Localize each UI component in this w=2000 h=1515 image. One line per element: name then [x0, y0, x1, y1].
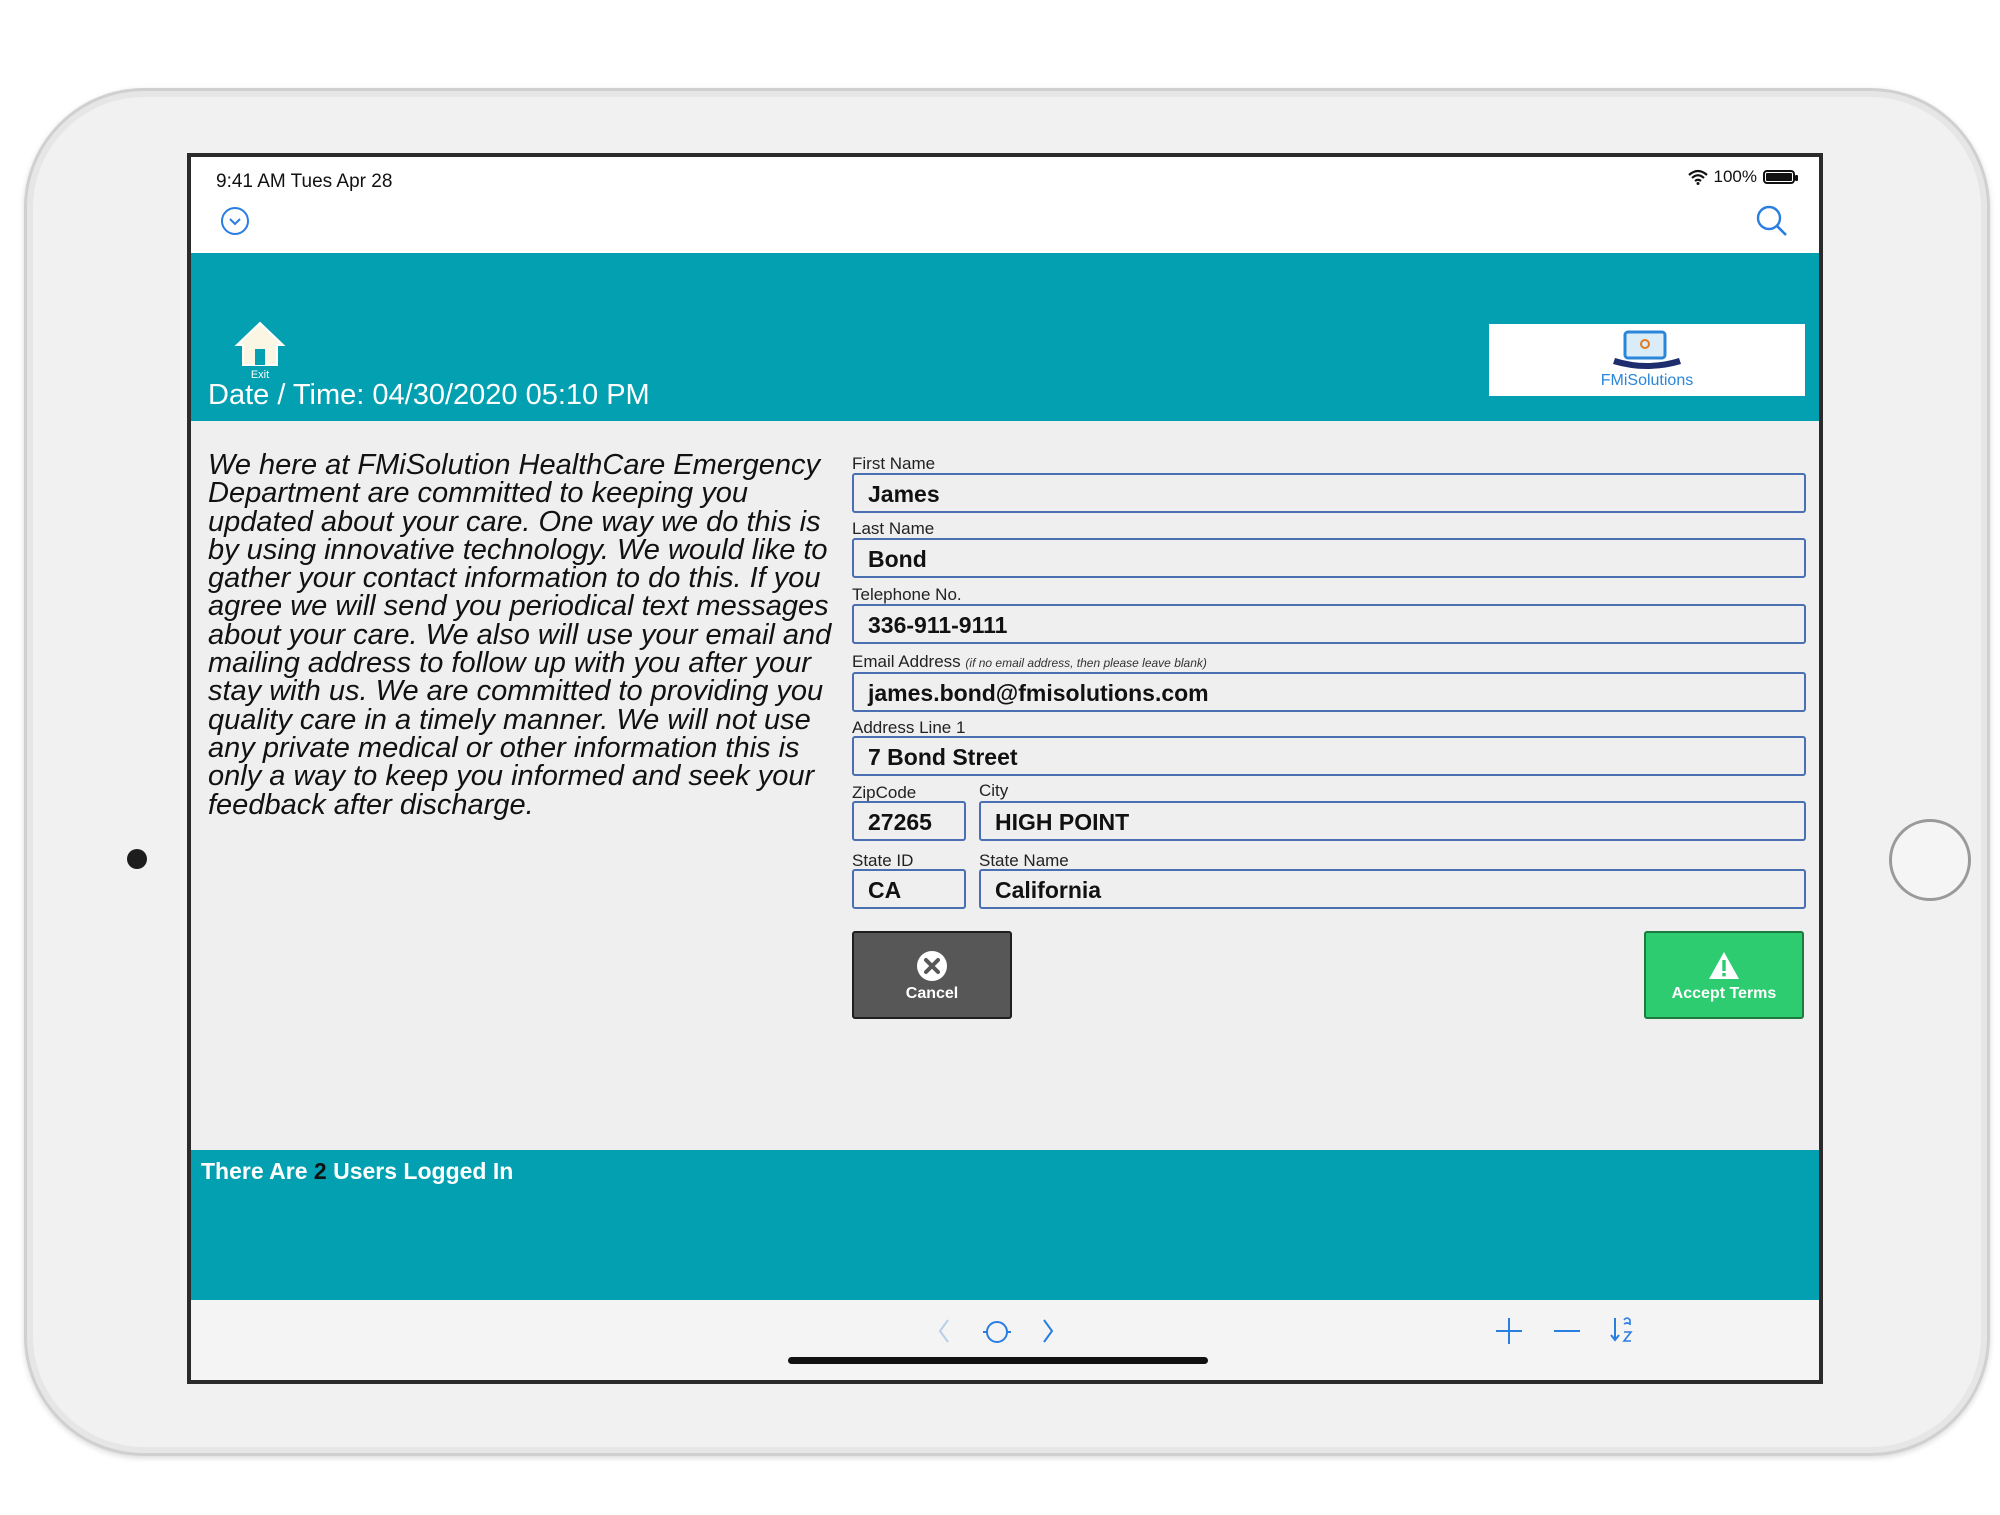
plus-icon[interactable] [1494, 1316, 1524, 1346]
close-circle-icon [917, 951, 947, 981]
state-name-label: State Name [979, 851, 1069, 870]
city-field[interactable]: HIGH POINT [979, 801, 1806, 841]
first-name-label: First Name [852, 454, 936, 473]
accept-terms-button[interactable]: Accept Terms [1644, 931, 1804, 1019]
home-icon [234, 321, 286, 366]
bottom-toolbar [191, 1300, 1819, 1380]
datetime-text: Date / Time: 04/30/2020 05:10 PM [208, 379, 650, 411]
front-camera [127, 849, 147, 869]
company-logo: FMiSolutions [1489, 324, 1805, 396]
zip-label: ZipCode [852, 783, 917, 802]
computer-logo-icon [1613, 330, 1681, 369]
home-indicator[interactable] [788, 1357, 1208, 1364]
users-prefix: There Are [201, 1158, 308, 1184]
cancel-label: Cancel [905, 985, 959, 1002]
users-suffix: Users Logged In [333, 1158, 514, 1184]
users-logged-in-text: There Are 2 Users Logged In [201, 1158, 513, 1185]
email-label-text: Email Address [852, 652, 961, 671]
status-time: 9:41 AM Tues Apr 28 [216, 171, 393, 192]
battery-icon [1763, 170, 1798, 184]
intro-paragraph: We here at FMiSolution HealthCare Emerge… [208, 449, 832, 821]
first-name-field[interactable]: James [852, 473, 1806, 513]
last-name-field[interactable]: Bond [852, 538, 1806, 578]
exit-home-button[interactable]: Exit [233, 319, 287, 383]
status-bar: 9:41 AM Tues Apr 28 100% [191, 157, 1819, 197]
wifi-icon [1687, 169, 1708, 185]
telephone-label: Telephone No. [852, 585, 962, 604]
status-indicators: 100% [1687, 167, 1798, 187]
logo-text: FMiSolutions [1600, 372, 1694, 389]
record-circle-icon[interactable] [981, 1318, 1013, 1346]
minus-icon[interactable] [1552, 1316, 1582, 1346]
address1-label: Address Line 1 [852, 718, 966, 737]
last-name-label: Last Name [852, 519, 935, 538]
chevron-left-icon[interactable] [935, 1316, 953, 1346]
state-name-field[interactable]: California [979, 869, 1806, 909]
cancel-button[interactable]: Cancel [852, 931, 1012, 1019]
chevron-right-icon[interactable] [1039, 1316, 1057, 1346]
header-band: Exit Date / Time: 04/30/2020 05:10 PM FM… [191, 253, 1819, 421]
sort-icon[interactable] [1609, 1314, 1635, 1346]
city-label: City [979, 781, 1009, 800]
accept-terms-label: Accept Terms [1671, 985, 1777, 1002]
address1-field[interactable]: 7 Bond Street [852, 736, 1806, 776]
email-hint: (if no email address, then please leave … [965, 656, 1207, 670]
search-icon[interactable] [1755, 204, 1789, 238]
app-screen: 9:41 AM Tues Apr 28 100% Exit Date / Tim… [187, 153, 1823, 1384]
users-count: 2 [313, 1158, 327, 1184]
footer-band: There Are 2 Users Logged In [191, 1150, 1819, 1300]
ipad-home-button[interactable] [1889, 819, 1971, 901]
state-id-label: State ID [852, 851, 914, 870]
email-field[interactable]: james.bond@fmisolutions.com [852, 672, 1806, 712]
state-id-field[interactable]: CA [852, 869, 966, 909]
top-toolbar [191, 197, 1819, 253]
zip-field[interactable]: 27265 [852, 801, 966, 841]
chevron-down-icon[interactable] [221, 207, 249, 235]
email-label: Email Address (if no email address, then… [852, 652, 1207, 672]
warning-icon [1709, 952, 1739, 979]
telephone-field[interactable]: 336-911-9111 [852, 604, 1806, 644]
battery-percent: 100% [1713, 167, 1757, 186]
